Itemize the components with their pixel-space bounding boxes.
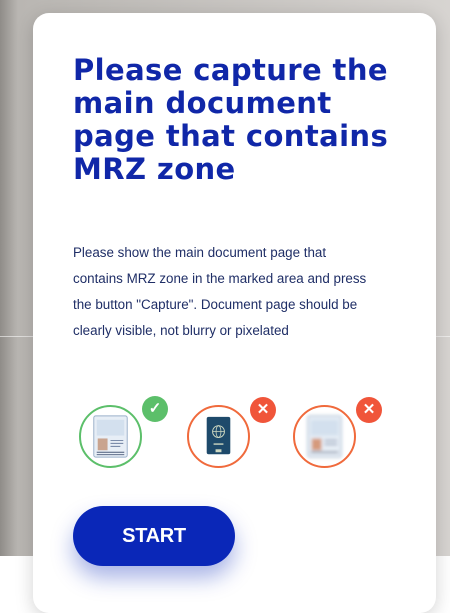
- example-passport-cover: ✕: [181, 397, 276, 478]
- example-correct: ✓: [73, 396, 168, 478]
- instruction-description: Please show the main document page that …: [73, 245, 367, 338]
- cross-icon: ✕: [250, 397, 276, 423]
- example-ring-correct: [79, 405, 142, 468]
- instruction-card: Please capture the main document page th…: [33, 13, 436, 613]
- instruction-title: Please capture the main document page th…: [73, 53, 389, 186]
- blurry-document-icon: [307, 415, 342, 458]
- checkmark-icon: ✓: [142, 396, 168, 422]
- example-ring-blurry: [293, 405, 356, 468]
- passport-cover-icon: [206, 416, 231, 455]
- document-page-icon: [93, 415, 128, 458]
- start-button[interactable]: START: [73, 506, 235, 566]
- example-images: ✓ ✕ ✕: [73, 396, 403, 488]
- example-ring-passport: [187, 405, 250, 468]
- example-blurry-document: ✕: [287, 397, 382, 478]
- cross-icon: ✕: [356, 397, 382, 423]
